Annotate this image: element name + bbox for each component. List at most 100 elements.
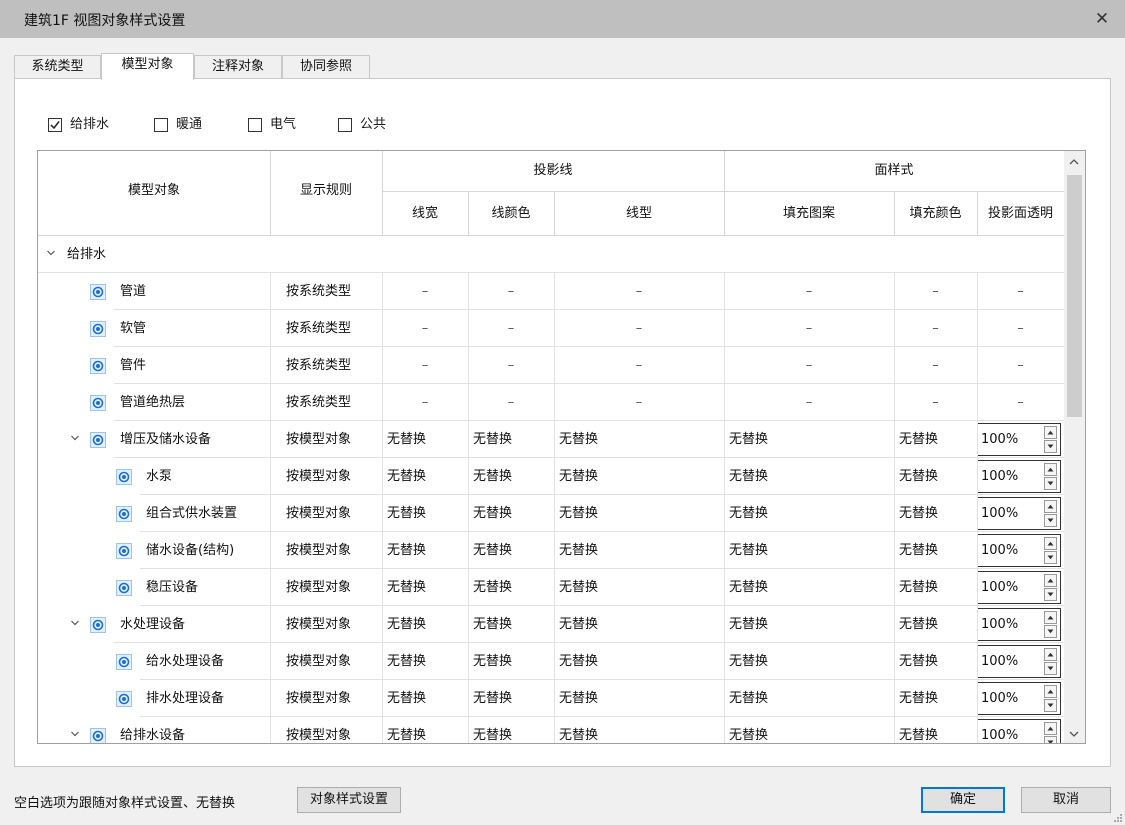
transparency-stepper[interactable]: 100%: [977, 645, 1061, 678]
cell-value[interactable]: 无替换: [473, 643, 512, 680]
cell-placeholder[interactable]: –: [382, 384, 468, 421]
cell-placeholder[interactable]: –: [382, 273, 468, 310]
cell-value[interactable]: 无替换: [559, 717, 598, 743]
cell-value[interactable]: 无替换: [729, 569, 768, 606]
cell-value[interactable]: 无替换: [387, 421, 426, 458]
transparency-stepper[interactable]: 100%: [977, 571, 1061, 604]
eye-icon[interactable]: [90, 395, 106, 411]
chevron-down-icon[interactable]: [70, 729, 80, 739]
tab-collaboration-reference[interactable]: 协同参照: [282, 55, 370, 79]
table-row[interactable]: 管件 按系统类型 – – – – – –: [38, 347, 1064, 384]
stepper-down-icon[interactable]: [1044, 551, 1057, 564]
stepper-down-icon[interactable]: [1044, 625, 1057, 638]
cell-value[interactable]: 无替换: [729, 421, 768, 458]
checkbox-icon[interactable]: [154, 118, 168, 132]
table-row[interactable]: 稳压设备 按模型对象 无替换 无替换 无替换 无替换 无替换 100%: [38, 569, 1064, 606]
display-rule[interactable]: 按模型对象: [286, 458, 351, 495]
cell-value[interactable]: 无替换: [899, 680, 938, 717]
stepper-up-icon[interactable]: [1044, 611, 1057, 624]
chevron-down-icon[interactable]: [46, 248, 56, 258]
cell-value[interactable]: 无替换: [473, 495, 512, 532]
eye-icon[interactable]: [90, 358, 106, 374]
transparency-stepper[interactable]: 100%: [977, 719, 1061, 743]
cell-value[interactable]: 无替换: [473, 569, 512, 606]
cell-placeholder[interactable]: –: [468, 347, 554, 384]
cell-placeholder[interactable]: –: [382, 310, 468, 347]
cell-value[interactable]: 无替换: [729, 495, 768, 532]
cell-value[interactable]: 无替换: [473, 458, 512, 495]
stepper-down-icon[interactable]: [1044, 699, 1057, 712]
stepper-up-icon[interactable]: [1044, 685, 1057, 698]
cell-value[interactable]: 无替换: [559, 421, 598, 458]
cell-value[interactable]: 无替换: [473, 680, 512, 717]
stepper-up-icon[interactable]: [1044, 648, 1057, 661]
cell-placeholder[interactable]: –: [724, 347, 894, 384]
cell-value[interactable]: 无替换: [559, 495, 598, 532]
cell-value[interactable]: 无替换: [387, 569, 426, 606]
close-icon[interactable]: ✕: [1089, 6, 1115, 32]
cell-value[interactable]: 无替换: [729, 458, 768, 495]
display-rule[interactable]: 按模型对象: [286, 421, 351, 458]
table-row[interactable]: 排水处理设备 按模型对象 无替换 无替换 无替换 无替换 无替换 100%: [38, 680, 1064, 717]
stepper-up-icon[interactable]: [1044, 463, 1057, 476]
cell-placeholder[interactable]: –: [554, 347, 724, 384]
cell-value[interactable]: 无替换: [899, 717, 938, 743]
cell-value[interactable]: 无替换: [559, 569, 598, 606]
display-rule[interactable]: 按系统类型: [286, 347, 351, 384]
resize-grip-icon[interactable]: [1113, 813, 1123, 823]
eye-icon[interactable]: [90, 432, 106, 448]
cell-value[interactable]: 无替换: [387, 717, 426, 743]
cell-placeholder[interactable]: –: [894, 273, 977, 310]
tab-model-objects[interactable]: 模型对象: [101, 53, 194, 80]
cell-placeholder[interactable]: –: [554, 384, 724, 421]
display-rule[interactable]: 按模型对象: [286, 717, 351, 743]
display-rule[interactable]: 按模型对象: [286, 569, 351, 606]
stepper-down-icon[interactable]: [1044, 588, 1057, 601]
display-rule[interactable]: 按模型对象: [286, 532, 351, 569]
transparency-stepper[interactable]: 100%: [977, 534, 1061, 567]
display-rule[interactable]: 按模型对象: [286, 495, 351, 532]
table-row[interactable]: 管道绝热层 按系统类型 – – – – – –: [38, 384, 1064, 421]
cell-placeholder[interactable]: –: [894, 384, 977, 421]
eye-icon[interactable]: [116, 469, 132, 485]
table-row[interactable]: 给排水设备 按模型对象 无替换 无替换 无替换 无替换 无替换 100%: [38, 717, 1064, 743]
transparency-value[interactable]: 100%: [981, 720, 1018, 743]
stepper-up-icon[interactable]: [1044, 537, 1057, 550]
cell-placeholder[interactable]: –: [724, 310, 894, 347]
eye-icon[interactable]: [90, 617, 106, 633]
table-row[interactable]: 组合式供水装置 按模型对象 无替换 无替换 无替换 无替换 无替换 100%: [38, 495, 1064, 532]
table-row[interactable]: 水泵 按模型对象 无替换 无替换 无替换 无替换 无替换 100%: [38, 458, 1064, 495]
cell-value[interactable]: 无替换: [387, 643, 426, 680]
transparency-value[interactable]: 100%: [981, 498, 1018, 529]
stepper-up-icon[interactable]: [1044, 574, 1057, 587]
display-rule[interactable]: 按系统类型: [286, 384, 351, 421]
cell-value[interactable]: 无替换: [899, 532, 938, 569]
transparency-stepper[interactable]: 100%: [977, 608, 1061, 641]
cell-value[interactable]: 无替换: [473, 717, 512, 743]
eye-icon[interactable]: [90, 284, 106, 300]
transparency-value[interactable]: 100%: [981, 683, 1018, 714]
stepper-down-icon[interactable]: [1044, 514, 1057, 527]
cell-value[interactable]: 无替换: [899, 421, 938, 458]
vertical-scrollbar[interactable]: [1064, 151, 1085, 743]
cell-placeholder[interactable]: –: [977, 273, 1064, 310]
eye-icon[interactable]: [116, 506, 132, 522]
stepper-up-icon[interactable]: [1044, 500, 1057, 513]
cancel-button[interactable]: 取消: [1021, 787, 1111, 813]
cell-value[interactable]: 无替换: [559, 606, 598, 643]
transparency-stepper[interactable]: 100%: [977, 497, 1061, 530]
cell-value[interactable]: 无替换: [559, 532, 598, 569]
cell-placeholder[interactable]: –: [724, 273, 894, 310]
cell-placeholder[interactable]: –: [894, 347, 977, 384]
eye-icon[interactable]: [116, 654, 132, 670]
cell-placeholder[interactable]: –: [554, 273, 724, 310]
cell-placeholder[interactable]: –: [468, 384, 554, 421]
group-row[interactable]: 给排水: [38, 236, 1064, 273]
scrollbar-thumb[interactable]: [1067, 175, 1082, 417]
transparency-stepper[interactable]: 100%: [977, 460, 1061, 493]
display-rule[interactable]: 按系统类型: [286, 273, 351, 310]
cell-placeholder[interactable]: –: [554, 310, 724, 347]
eye-icon[interactable]: [116, 691, 132, 707]
cell-placeholder[interactable]: –: [724, 384, 894, 421]
scroll-down-icon[interactable]: [1068, 729, 1080, 739]
